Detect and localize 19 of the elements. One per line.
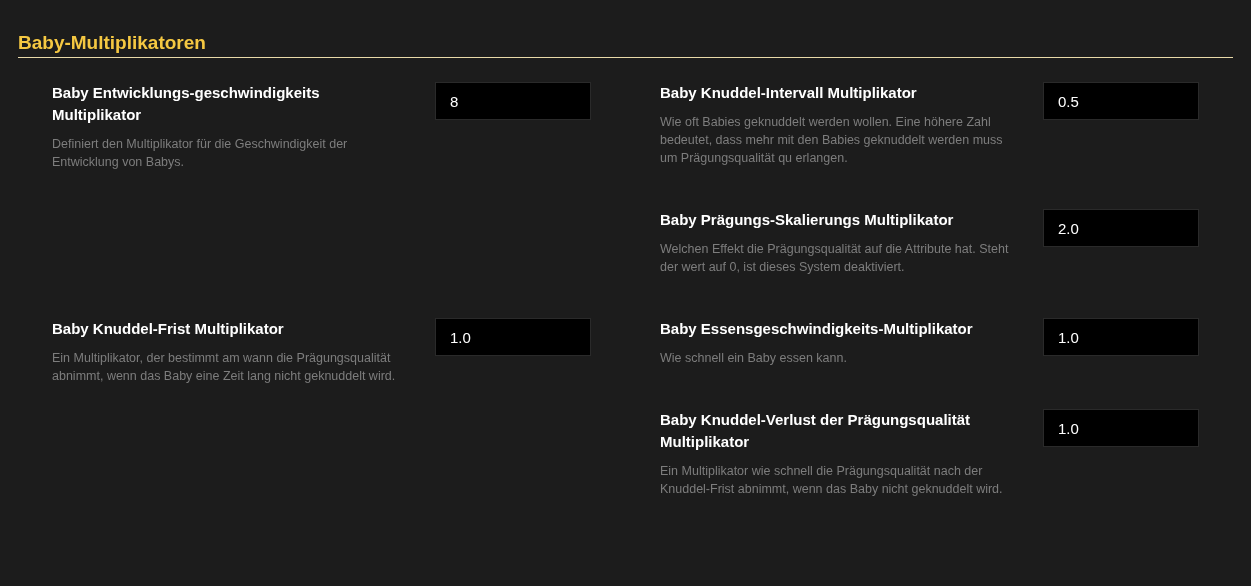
setting-label: Baby Knuddel-Frist Multiplikator xyxy=(52,319,285,339)
setting-description: Wie schnell ein Baby essen kann. xyxy=(660,350,848,367)
setting-label: Baby Essensgeschwindigkeits-Multiplikator xyxy=(660,319,974,339)
setting-label: Baby Knuddel-Verlust der Prägungsqualität Multiplikator xyxy=(660,410,972,452)
number-input[interactable]: 2.0 xyxy=(1043,209,1199,247)
number-input[interactable]: 8 xyxy=(435,82,591,120)
setting-description: Definiert den Multiplikator für die Geschwindigkeit der Entwicklung von Babys. xyxy=(52,136,349,171)
setting-label: Baby Knuddel-Intervall Multiplikator xyxy=(660,83,918,103)
setting-label: Baby Prägungs-Skalierungs Multiplikator xyxy=(660,210,955,230)
number-input[interactable]: 1.0 xyxy=(435,318,591,356)
number-input[interactable]: 0.5 xyxy=(1043,82,1199,120)
number-input[interactable]: 1.0 xyxy=(1043,409,1199,447)
setting-description: Wie oft Babies geknuddelt werden wollen. Eine höhere Zahl bedeutet, dass mehr mit den Babies geknuddelt werden muss um Prägungsqualität qu erlangen. xyxy=(660,114,1004,167)
setting-description: Ein Multiplikator wie schnell die Prägungsqualität nach der Knuddel-Frist abnimmt, wenn das Baby nicht geknuddelt wird. xyxy=(660,463,1004,498)
setting-label: Baby Entwicklungs-geschwindigkeits Multiplikator xyxy=(52,83,321,125)
setting-description: Ein Multiplikator, der bestimmt am wann die Prägungsqualität abnimmt, wenn das Baby eine Zeit lang nicht geknuddelt wird. xyxy=(52,350,397,385)
setting-description: Welchen Effekt die Prägungsqualität auf die Attribute hat. Steht der wert auf 0, ist dieses System deaktiviert. xyxy=(660,241,1010,276)
number-input[interactable]: 1.0 xyxy=(1043,318,1199,356)
section-title: Baby-Multiplikatoren xyxy=(18,30,1233,58)
